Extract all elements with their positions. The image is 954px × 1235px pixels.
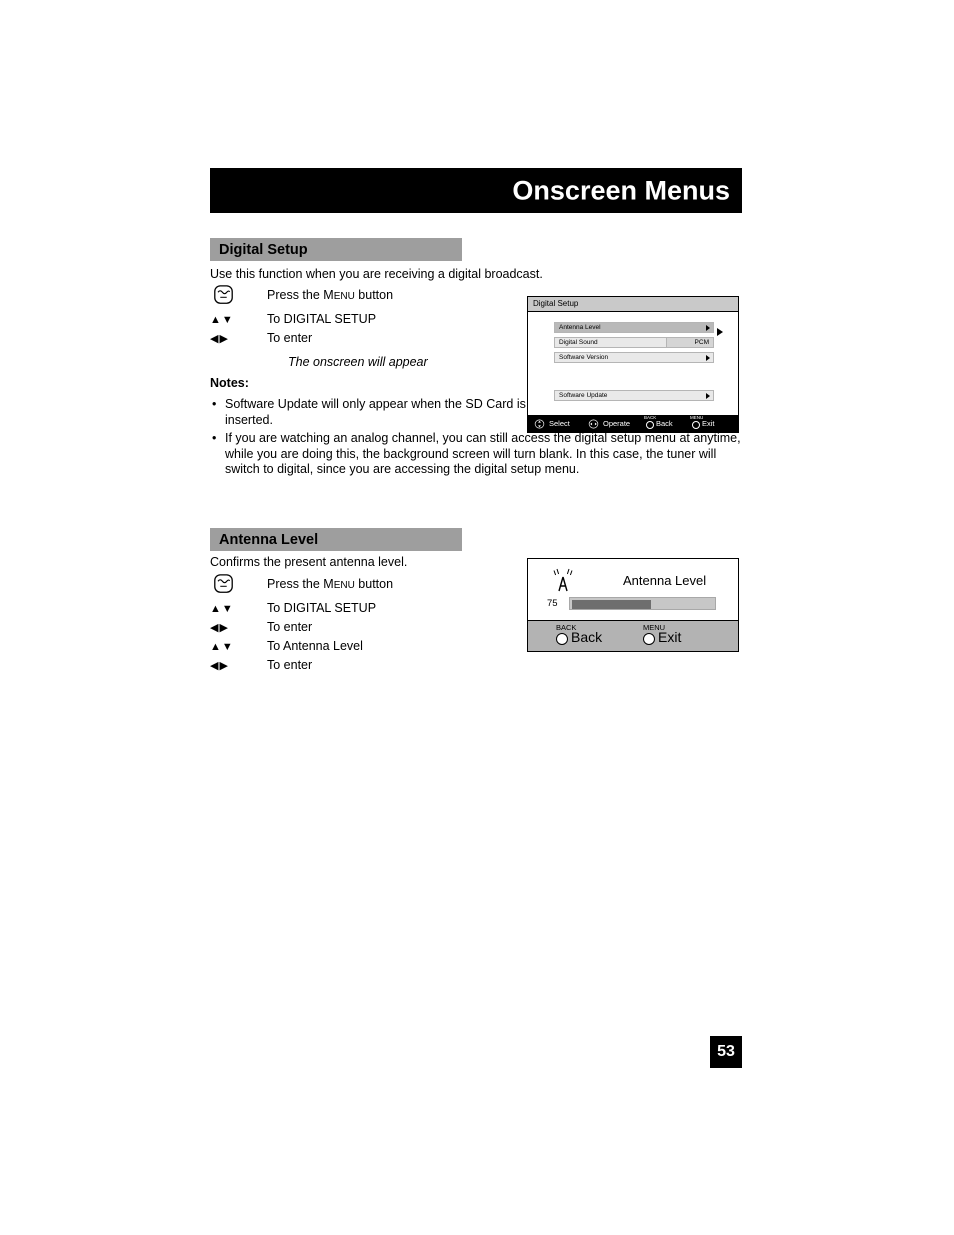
step-label-post: button — [354, 288, 394, 302]
osd-digital-setup-screenshot: Digital Setup Antenna Level Digital Soun… — [527, 296, 739, 433]
page-header-banner: Onscreen Menus — [210, 168, 742, 213]
osd-footer-operate-label: Operate — [603, 419, 631, 428]
leftright-arrows-icon: ◀▶ — [210, 622, 229, 634]
section-heading-antenna-level: Antenna Level — [210, 528, 462, 551]
osd-row-value: PCM — [694, 339, 709, 346]
step-label: To enter — [267, 620, 313, 634]
leftright-arrows-icon: ◀▶ — [210, 660, 229, 672]
updown-arrows-icon: ▲▼ — [210, 641, 234, 653]
osd-footer-back-label: Back — [571, 629, 603, 645]
osd-footer-select-label: Select — [549, 419, 570, 428]
updown-arrows-icon: ▲▼ — [210, 603, 234, 615]
dpad-updown-icon — [534, 419, 545, 429]
chevron-right-icon — [706, 325, 710, 331]
menu-button-icon — [210, 285, 260, 306]
osd-antenna-value: 75 — [547, 598, 558, 609]
antenna-level-meter-fill — [572, 600, 651, 609]
step-label-pre: Press the M — [267, 288, 334, 302]
antenna-level-meter — [569, 597, 716, 610]
menu-button-icon — [210, 574, 260, 595]
osd-antenna-title: Antenna Level — [623, 573, 707, 588]
leftright-arrows-icon: ◀▶ — [210, 333, 229, 345]
step-label: To DIGITAL SETUP — [267, 601, 377, 615]
document-page: Onscreen Menus Digital Setup Use this fu… — [0, 0, 954, 1235]
step-label: To Antenna Level — [267, 639, 363, 653]
osd-footer-exit-label: Exit — [702, 419, 715, 428]
dpad-leftright-icon — [588, 419, 599, 429]
osd-row-antenna-level[interactable]: Antenna Level — [554, 322, 714, 333]
section-heading-label: Antenna Level — [219, 531, 319, 548]
page-number: 53 — [717, 1043, 735, 1060]
osd-cursor-arrow-icon — [717, 328, 723, 336]
antenna-icon — [553, 568, 573, 592]
step-label: Press the MENU button — [267, 577, 393, 591]
osd-footer-bar: Select Operate BACK Back MENU Exit — [528, 415, 738, 432]
osd-row-label: Digital Sound — [559, 339, 598, 346]
step-label-post: button — [354, 577, 394, 591]
osd-row-software-version[interactable]: Software Version — [554, 352, 714, 363]
step-label: To enter — [267, 658, 313, 672]
note-bullet: • — [212, 431, 217, 445]
step-label: To enter — [267, 331, 313, 345]
step-label: To DIGITAL SETUP — [267, 312, 377, 326]
step-label-pre: Press the M — [267, 577, 334, 591]
section-heading-digital-setup: Digital Setup — [210, 238, 462, 261]
circle-button-icon — [692, 421, 700, 429]
osd-title-label: Digital Setup — [533, 299, 579, 308]
step-label-smallcaps: ENU — [333, 291, 355, 302]
page-number-badge: 53 — [710, 1036, 742, 1068]
note-item: If you are watching an analog channel, y… — [225, 431, 741, 476]
osd-antenna-level-screenshot: Antenna Level 75 BACK Back MENU Exit — [527, 558, 739, 652]
osd-footer-back-tiny: BACK — [644, 415, 657, 420]
osd-row-digital-sound[interactable]: Digital Sound PCM — [554, 337, 714, 348]
osd-title-bar: Digital Setup — [528, 297, 738, 312]
note-bullet: • — [212, 397, 217, 411]
osd-row-label: Software Version — [559, 354, 609, 361]
section-heading-label: Digital Setup — [219, 241, 308, 258]
onscreen-appear-note: The onscreen will appear — [288, 355, 428, 369]
digital-setup-intro-text: Use this function when you are receiving… — [210, 267, 543, 281]
step-label-smallcaps: ENU — [333, 580, 355, 591]
notes-heading: Notes: — [210, 376, 249, 390]
note-item: Software Update will only appear when th… — [225, 397, 526, 427]
circle-button-icon — [646, 421, 654, 429]
osd-antenna-footer: BACK Back MENU Exit — [528, 620, 738, 651]
circle-button-icon — [643, 633, 655, 645]
antenna-level-intro-text: Confirms the present antenna level. — [210, 555, 408, 569]
osd-footer-back-label: Back — [656, 419, 673, 428]
chevron-right-icon — [706, 393, 710, 399]
circle-button-icon — [556, 633, 568, 645]
updown-arrows-icon: ▲▼ — [210, 314, 234, 326]
osd-row-label: Software Update — [559, 392, 608, 399]
page-title: Onscreen Menus — [512, 175, 730, 205]
osd-footer-exit-label: Exit — [658, 629, 682, 645]
osd-body: Antenna Level Digital Sound PCM Software… — [528, 313, 738, 415]
osd-row-software-update[interactable]: Software Update — [554, 390, 714, 401]
step-label: Press the MENU button — [267, 288, 393, 302]
osd-row-label: Antenna Level — [559, 324, 601, 331]
chevron-right-icon — [706, 355, 710, 361]
